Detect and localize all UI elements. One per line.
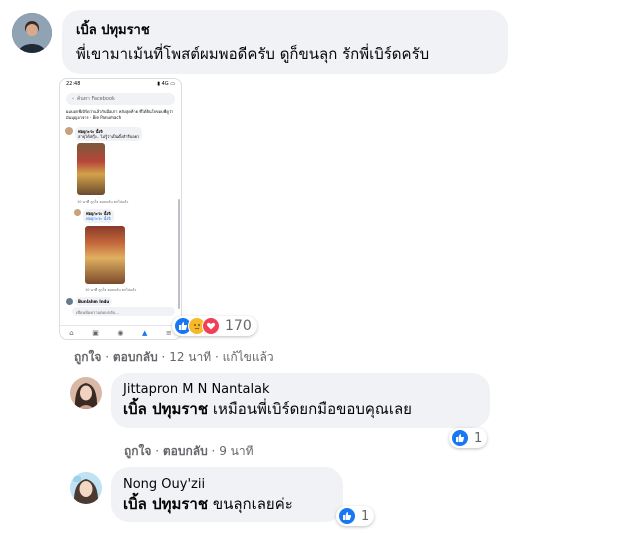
mini-comment-bubble: พ่อยุกะระ นั้งจิ สาธุได้สกุ๊ง.. ไม่รู้ว่… — [75, 127, 143, 141]
reaction-summary[interactable]: 1 — [449, 428, 488, 448]
mini-comment-text: สาธุได้สกุ๊ง.. ไม่รู้ว่าเป็นตั้งสำรีบอยา — [78, 134, 140, 139]
mini-comment-mention: พ่อยุกะระ นั้งจิ — [86, 216, 111, 221]
reaction-count: 1 — [474, 430, 483, 446]
reply-avatar[interactable] — [70, 472, 102, 504]
reply-author[interactable]: Nong Ouy'zii — [123, 477, 331, 492]
comment-author[interactable]: เบิ้ล ปทุมราช — [76, 19, 494, 40]
mini-post-title: ผมบอกพี่เบิร์ดว่าแล้วกับมือเก่า หลังสุดท… — [66, 109, 174, 120]
comment-time[interactable]: 12 นาที — [169, 350, 211, 364]
mini-comment-actions: 10 นาที ถูกใจ ตอบกลับ ตกไปแล้ว — [85, 288, 137, 292]
video-icon: ▣ — [92, 328, 99, 337]
like-icon — [338, 507, 356, 525]
groups-icon: ◉ — [117, 328, 124, 337]
mini-avatar — [66, 298, 73, 305]
mini-tab-bar: ⌂ ▣ ◉ ▲ ≡ — [60, 325, 181, 339]
reply-avatar[interactable] — [70, 377, 102, 409]
menu-icon: ≡ — [165, 328, 172, 337]
mini-comment: Bunlahm Indu — [66, 297, 113, 306]
home-icon: ⌂ — [69, 328, 74, 337]
status-bar: 22:48 ▮ 4G ▭ — [60, 79, 181, 91]
mini-temple-image — [77, 143, 105, 195]
avatar[interactable] — [12, 13, 52, 53]
status-time: 22:48 — [66, 81, 81, 87]
notifications-icon: ▲ — [141, 328, 148, 337]
like-icon — [451, 429, 469, 447]
mini-composer: เขียนข้อความตอบกลับ... — [72, 307, 175, 316]
like-link[interactable]: ถูกใจ — [124, 444, 151, 458]
mini-comment-actions: 10 นาที ถูกใจ ตอบกลับ ตกไปแล้ว — [77, 200, 129, 204]
status-signal: ▮ 4G ▭ — [157, 81, 175, 87]
reply-link[interactable]: ตอบกลับ — [113, 350, 158, 364]
back-arrow-icon: ‹ — [72, 96, 74, 102]
reply-bubble: Jittapron M N Nantalak เบิ้ล ปทุมราช เหม… — [111, 373, 490, 428]
love-icon — [202, 317, 220, 335]
comment-text: พี่เขามาเม้นที่โพสต์ผมพอดีครับ ดูก็ขนลุก… — [76, 45, 430, 63]
reply-bubble: Nong Ouy'zii เบิ้ล ปทุมราช ขนลุกเลยค่ะ — [111, 467, 343, 522]
like-link[interactable]: ถูกใจ — [74, 350, 101, 364]
mini-search-placeholder: ค้นหา Facebook — [77, 96, 115, 102]
mini-avatar — [74, 209, 81, 216]
reaction-count: 170 — [225, 318, 252, 334]
reply-text: เบิ้ล ปทุมราช ขนลุกเลยค่ะ — [123, 494, 331, 514]
mini-temple-image — [85, 226, 125, 284]
comment-image-screenshot[interactable]: 22:48 ▮ 4G ▭ ‹ ค้นหา Facebook ผมบอกพี่เบ… — [59, 78, 182, 340]
edited-label[interactable]: แก้ไขแล้ว — [223, 350, 274, 364]
reaction-count: 1 — [361, 508, 370, 524]
mini-avatar — [65, 127, 73, 135]
reaction-summary[interactable]: 170 — [172, 316, 257, 336]
mention-link[interactable]: เบิ้ล ปทุมราช — [123, 495, 208, 513]
mention-link[interactable]: เบิ้ล ปทุมราช — [123, 400, 208, 418]
reply-link[interactable]: ตอบกลับ — [163, 444, 208, 458]
reply-message: ขนลุกเลยค่ะ — [212, 495, 293, 513]
comment-bubble: เบิ้ล ปทุมราช พี่เขามาเม้นที่โพสต์ผมพอดี… — [62, 10, 508, 74]
reply-time[interactable]: 9 นาที — [219, 444, 253, 458]
reply-message: เหมือนพี่เบิร์ดยกมือขอบคุณเลย — [212, 400, 412, 418]
reply-text: เบิ้ล ปทุมราช เหมือนพี่เบิร์ดยกมือขอบคุณ… — [123, 399, 478, 419]
reply-author[interactable]: Jittapron M N Nantalak — [123, 382, 478, 397]
mini-scrollbar — [178, 199, 180, 309]
mini-search-bar: ‹ ค้นหา Facebook — [66, 93, 175, 105]
comment-actions: ถูกใจ · ตอบกลับ · 12 นาที · แก้ไขแล้ว — [74, 350, 274, 364]
mini-comment: พ่อยุกะระ นั้งจิ พ่อยุกะระ นั้งจิ — [74, 209, 114, 223]
mini-comment-bubble: พ่อยุกะระ นั้งจิ พ่อยุกะระ นั้งจิ — [83, 209, 114, 223]
reply-actions: ถูกใจ · ตอบกลับ · 9 นาที — [124, 444, 254, 458]
mini-comment-bubble: Bunlahm Indu — [75, 297, 113, 306]
mini-comment: พ่อยุกะระ นั้งจิ สาธุได้สกุ๊ง.. ไม่รู้ว่… — [65, 127, 143, 141]
reaction-summary[interactable]: 1 — [336, 506, 375, 526]
